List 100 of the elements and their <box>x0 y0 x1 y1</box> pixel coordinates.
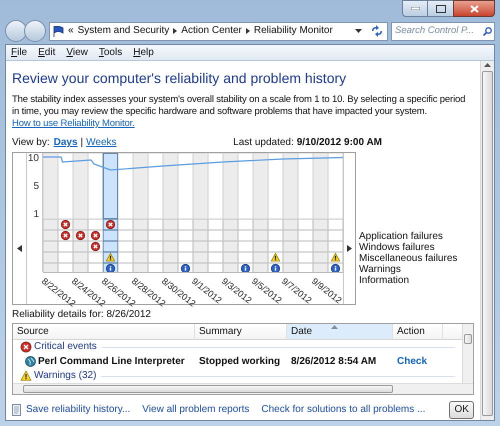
dropdown-icon[interactable] <box>355 29 362 33</box>
event-cell[interactable] <box>268 241 283 252</box>
event-cell[interactable] <box>118 252 133 263</box>
event-cell[interactable] <box>223 219 238 230</box>
event-cell[interactable] <box>238 241 253 252</box>
event-cell[interactable] <box>298 230 313 241</box>
event-cell[interactable] <box>178 241 193 252</box>
event-cell[interactable] <box>73 219 88 230</box>
event-cell[interactable] <box>313 263 328 272</box>
event-cell[interactable] <box>118 230 133 241</box>
event-cell[interactable] <box>268 252 283 263</box>
event-cell[interactable] <box>283 263 298 272</box>
event-cell[interactable] <box>313 230 328 241</box>
event-cell[interactable] <box>103 263 118 272</box>
event-cell[interactable] <box>103 252 118 263</box>
chevron-icon[interactable] <box>173 28 178 34</box>
breadcrumb[interactable]: Reliability Monitor <box>254 25 333 37</box>
ok-button[interactable]: OK <box>449 401 474 419</box>
group-header[interactable]: Critical events <box>34 341 97 353</box>
event-cell[interactable] <box>133 252 148 263</box>
event-cell[interactable] <box>133 241 148 252</box>
event-cell[interactable] <box>223 230 238 241</box>
event-cell[interactable] <box>223 241 238 252</box>
event-cell[interactable] <box>283 252 298 263</box>
event-cell[interactable] <box>43 252 58 263</box>
scroll-up-icon[interactable] <box>484 63 491 67</box>
event-cell[interactable] <box>283 219 298 230</box>
event-cell[interactable] <box>103 219 118 230</box>
event-cell[interactable] <box>133 230 148 241</box>
column-header[interactable]: Action <box>393 324 443 339</box>
event-cell[interactable] <box>283 241 298 252</box>
event-cell[interactable] <box>328 230 343 241</box>
event-cell[interactable] <box>73 230 88 241</box>
search-input[interactable]: Search Control P... <box>395 24 482 38</box>
column-header[interactable]: Date <box>287 324 393 339</box>
event-cell[interactable] <box>238 219 253 230</box>
event-cell[interactable] <box>43 219 58 230</box>
event-cell[interactable] <box>148 230 163 241</box>
scroll-left-icon[interactable] <box>17 245 22 252</box>
chevron-icon[interactable] <box>246 28 250 34</box>
view-option[interactable]: Weeks <box>86 137 117 149</box>
event-cell[interactable] <box>298 263 313 272</box>
scroll-right-icon[interactable] <box>347 245 352 252</box>
table-link[interactable]: Check <box>397 356 428 366</box>
event-cell[interactable] <box>178 219 193 230</box>
event-cell[interactable] <box>163 219 178 230</box>
event-cell[interactable] <box>208 252 223 263</box>
event-cell[interactable] <box>268 219 283 230</box>
event-cell[interactable] <box>238 263 253 272</box>
event-cell[interactable] <box>148 252 163 263</box>
event-cell[interactable] <box>238 230 253 241</box>
column-header[interactable]: Source <box>13 324 195 339</box>
event-cell[interactable] <box>58 241 73 252</box>
event-cell[interactable] <box>58 230 73 241</box>
event-cell[interactable] <box>193 241 208 252</box>
event-cell[interactable] <box>148 219 163 230</box>
event-cell[interactable] <box>73 241 88 252</box>
event-cell[interactable] <box>163 230 178 241</box>
refresh-icon[interactable] <box>370 25 384 37</box>
breadcrumb[interactable]: Action Center <box>181 25 242 37</box>
breadcrumb-overflow[interactable]: « <box>68 25 74 37</box>
event-cell[interactable] <box>298 252 313 263</box>
event-cell[interactable] <box>268 230 283 241</box>
event-cell[interactable] <box>328 252 343 263</box>
event-cell[interactable] <box>283 230 298 241</box>
footer-link[interactable]: Save reliability history... <box>26 404 130 416</box>
menu-item[interactable]: File <box>11 46 28 58</box>
event-cell[interactable] <box>133 219 148 230</box>
event-cell[interactable] <box>208 263 223 272</box>
event-cell[interactable] <box>58 263 73 272</box>
event-cell[interactable] <box>43 230 58 241</box>
event-cell[interactable] <box>58 252 73 263</box>
event-cell[interactable] <box>163 252 178 263</box>
view-option[interactable]: Days <box>54 137 78 149</box>
minimize-button[interactable] <box>402 0 428 17</box>
group-header[interactable]: Warnings (32) <box>34 370 96 382</box>
event-cell[interactable] <box>253 241 268 252</box>
event-cell[interactable] <box>88 241 103 252</box>
event-cell[interactable] <box>298 241 313 252</box>
event-cell[interactable] <box>178 230 193 241</box>
event-cell[interactable] <box>163 263 178 272</box>
forward-button[interactable] <box>24 20 46 42</box>
event-cell[interactable] <box>118 219 133 230</box>
event-cell[interactable] <box>43 263 58 272</box>
event-cell[interactable] <box>148 263 163 272</box>
footer-link[interactable]: Check for solutions to all problems ... <box>261 404 426 416</box>
event-cell[interactable] <box>313 241 328 252</box>
event-cell[interactable] <box>193 252 208 263</box>
event-cell[interactable] <box>88 263 103 272</box>
event-cell[interactable] <box>328 241 343 252</box>
menu-item[interactable]: Edit <box>38 46 56 58</box>
event-cell[interactable] <box>43 241 58 252</box>
event-cell[interactable] <box>88 219 103 230</box>
event-cell[interactable] <box>223 263 238 272</box>
event-cell[interactable] <box>133 263 148 272</box>
event-cell[interactable] <box>193 219 208 230</box>
event-cell[interactable] <box>208 230 223 241</box>
event-cell[interactable] <box>163 241 178 252</box>
page-scrollbar[interactable] <box>480 61 494 420</box>
event-cell[interactable] <box>208 241 223 252</box>
